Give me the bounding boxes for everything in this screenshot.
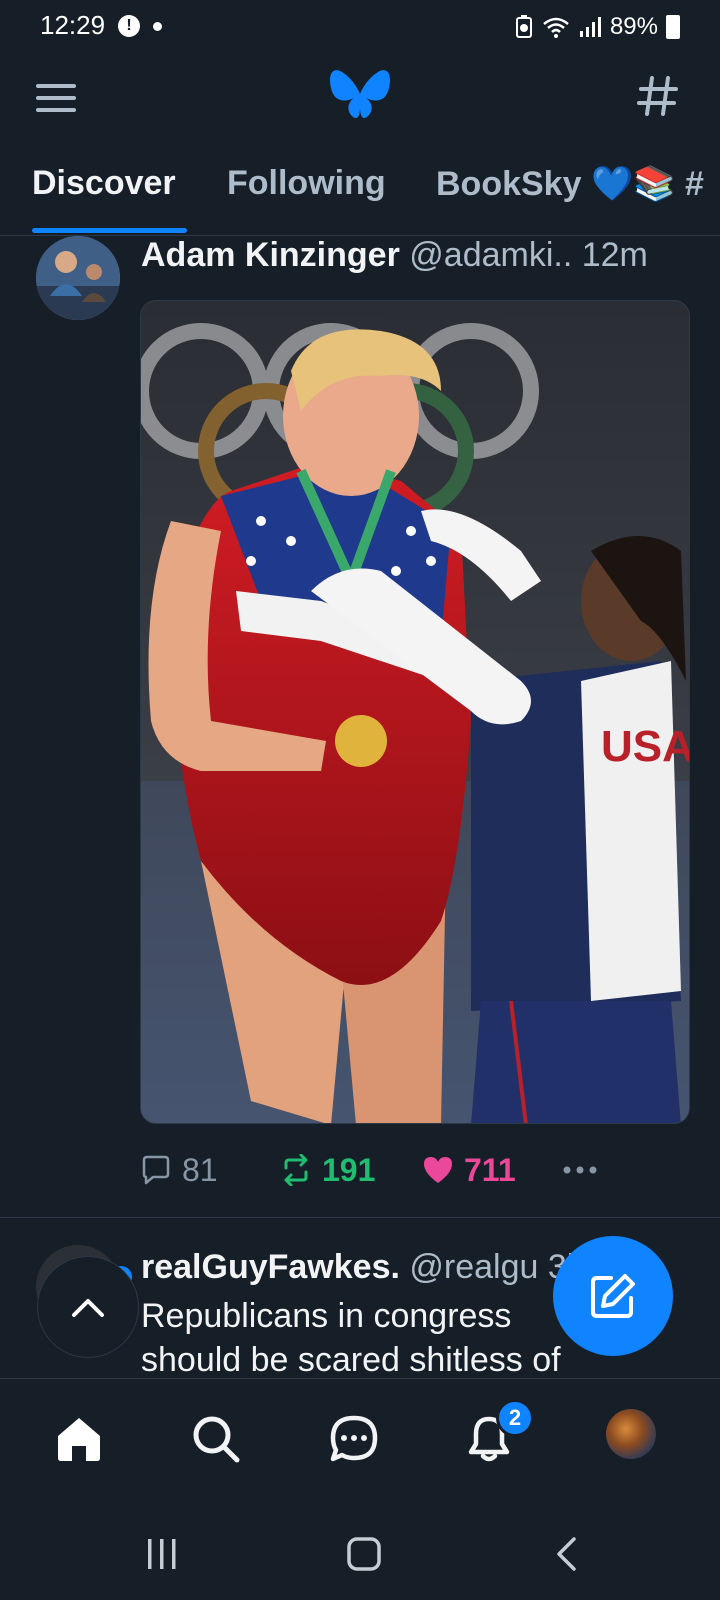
- repost-icon: [284, 1154, 308, 1186]
- system-navigation-bar: [0, 1506, 720, 1600]
- active-tab-indicator: [32, 228, 187, 233]
- tab-booksky[interactable]: BookSky 💙📚 #: [436, 164, 704, 204]
- scroll-to-top-button[interactable]: [37, 1256, 139, 1358]
- reply-count: 81: [182, 1151, 218, 1188]
- battery-percent: 89%: [609, 13, 658, 40]
- nav-profile-avatar[interactable]: [606, 1409, 656, 1459]
- recent-apps-icon: [148, 1539, 176, 1569]
- author-name[interactable]: Adam Kinzinger: [141, 236, 400, 274]
- compose-post-button[interactable]: [553, 1236, 673, 1356]
- back-chevron-icon: [557, 1537, 576, 1571]
- more-dots-icon: [563, 1166, 597, 1174]
- wifi-icon: [543, 17, 569, 38]
- tab-following[interactable]: Following: [227, 164, 386, 203]
- post-item[interactable]: Adam Kinzinger @adamki.. 12m USA 81 191 …: [0, 236, 720, 1218]
- more-options-button[interactable]: [562, 1146, 598, 1194]
- nav-home[interactable]: [49, 1409, 109, 1469]
- avatar-photo-icon: [36, 236, 120, 320]
- nav-chat[interactable]: [324, 1409, 384, 1469]
- feed-tabs: Discover Following BookSky 💙📚 #: [0, 150, 720, 236]
- reply-button[interactable]: 81: [140, 1146, 218, 1194]
- author-avatar[interactable]: [36, 236, 120, 320]
- status-indicators: 89%: [514, 12, 680, 42]
- butterfly-logo-icon[interactable]: [328, 68, 392, 126]
- home-square-icon: [347, 1537, 381, 1571]
- home-system-button[interactable]: [334, 1526, 394, 1582]
- home-icon: [58, 1418, 100, 1461]
- post-image[interactable]: USA: [140, 300, 690, 1124]
- post-timestamp: 12m: [581, 236, 648, 274]
- svg-text:USA: USA: [601, 722, 690, 771]
- signal-icon: [579, 17, 601, 37]
- app-bar: [0, 52, 720, 144]
- back-system-button[interactable]: [536, 1526, 596, 1582]
- notification-badge: 2: [496, 1399, 534, 1437]
- chevron-up-icon: [72, 1299, 104, 1317]
- battery-icon: [666, 15, 680, 39]
- compose-pencil-icon: [591, 1274, 635, 1318]
- nav-search[interactable]: [186, 1409, 246, 1469]
- author-handle[interactable]: @realgu: [409, 1248, 538, 1286]
- status-bar: 12:29 ! 89%: [0, 0, 720, 52]
- reply-icon: [142, 1155, 170, 1185]
- recent-apps-button[interactable]: [132, 1526, 192, 1582]
- status-time: 12:29: [40, 10, 106, 40]
- notification-dot-icon: [153, 22, 162, 31]
- like-button[interactable]: 711: [422, 1146, 516, 1194]
- heart-icon: [424, 1157, 452, 1183]
- bottom-navigation: 2: [0, 1378, 720, 1506]
- post-actions: 81 191 711: [140, 1146, 660, 1194]
- app-screen: 12:29 ! 89% Discover Following BookSky 💙…: [0, 0, 720, 1600]
- tab-discover[interactable]: Discover: [32, 164, 176, 203]
- alert-icon: !: [118, 15, 140, 37]
- repost-count: 191: [322, 1151, 376, 1188]
- photo-image-icon: USA: [141, 301, 690, 1123]
- author-handle[interactable]: @adamki..: [409, 236, 572, 274]
- post-header: Adam Kinzinger @adamki.. 12m: [141, 236, 701, 275]
- post-header: realGuyFawkes. @realgu 3h: [141, 1248, 586, 1287]
- hashtag-icon[interactable]: [636, 74, 680, 118]
- search-icon: [193, 1416, 240, 1463]
- like-count: 711: [464, 1151, 516, 1188]
- hamburger-menu-icon[interactable]: [34, 78, 78, 118]
- author-name[interactable]: realGuyFawkes.: [141, 1248, 400, 1286]
- repost-button[interactable]: 191: [280, 1146, 375, 1194]
- battery-saver-icon: [515, 15, 532, 38]
- chat-bubble-icon: [330, 1415, 378, 1462]
